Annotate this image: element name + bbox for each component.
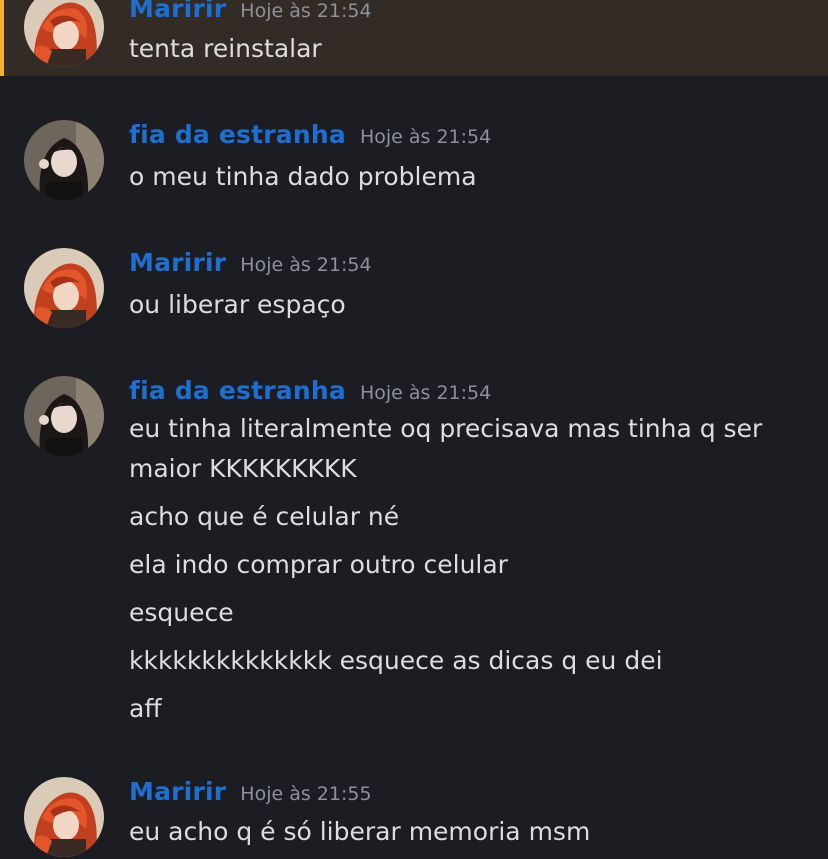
message-group[interactable]: fia da estranha Hoje às 21:54 eu tinha li… [0, 366, 828, 736]
avatar[interactable] [24, 777, 104, 857]
message-header: fia da estranha Hoje às 21:54 [129, 120, 491, 149]
message-timestamp: Hoje às 21:54 [359, 382, 492, 404]
message-text: ela indo comprar outro celular [129, 550, 508, 579]
author-name[interactable]: Maririr [129, 0, 226, 23]
author-name[interactable]: fia da estranha [129, 120, 346, 149]
message-header: fia da estranha Hoje às 21:54 [129, 376, 491, 405]
avatar[interactable] [24, 376, 104, 456]
author-name[interactable]: Maririr [129, 248, 226, 277]
message-group[interactable]: Maririr Hoje às 21:54 ou liberar espaço [0, 238, 828, 338]
message-text: kkkkkkkkkkkkkk esquece as dicas q eu dei [129, 646, 663, 675]
avatar[interactable] [24, 120, 104, 200]
message-text: eu tinha literalmente oq precisava mas t… [129, 414, 763, 443]
red-haired-character-avatar-icon [24, 777, 104, 857]
dark-haired-girl-avatar-icon [24, 376, 104, 456]
message-header: Maririr Hoje às 21:54 [129, 0, 372, 23]
message-timestamp: Hoje às 21:55 [240, 783, 372, 805]
message-text: o meu tinha dado problema [129, 162, 477, 191]
message-text: ou liberar espaço [129, 290, 346, 319]
message-text: eu acho q é só liberar memoria msm [129, 817, 591, 846]
message-text: tenta reinstalar [129, 34, 322, 63]
message-group[interactable]: fia da estranha Hoje às 21:54 o meu tinha… [0, 110, 828, 210]
message-header: Maririr Hoje às 21:55 [129, 777, 372, 806]
author-name[interactable]: Maririr [129, 777, 226, 806]
message-text: maior KKKKKKKKK [129, 454, 357, 483]
message-timestamp: Hoje às 21:54 [240, 254, 372, 276]
author-name[interactable]: fia da estranha [129, 376, 346, 405]
message-group[interactable]: Maririr Hoje às 21:54 tenta reinstalar [0, 0, 828, 76]
message-text: acho que é celular né [129, 502, 400, 531]
avatar[interactable] [24, 0, 104, 67]
message-header: Maririr Hoje às 21:54 [129, 248, 372, 277]
red-haired-character-avatar-icon [24, 248, 104, 328]
chat-message-list: Maririr Hoje às 21:54 tenta reinstalar fi… [0, 0, 828, 859]
red-haired-character-avatar-icon [24, 0, 104, 67]
message-text: aff [129, 694, 162, 723]
dark-haired-girl-avatar-icon [24, 120, 104, 200]
message-text: esquece [129, 598, 234, 627]
message-group[interactable]: Maririr Hoje às 21:55 eu acho q é só libe… [0, 767, 828, 859]
avatar[interactable] [24, 248, 104, 328]
message-timestamp: Hoje às 21:54 [240, 0, 372, 22]
message-timestamp: Hoje às 21:54 [359, 126, 492, 148]
